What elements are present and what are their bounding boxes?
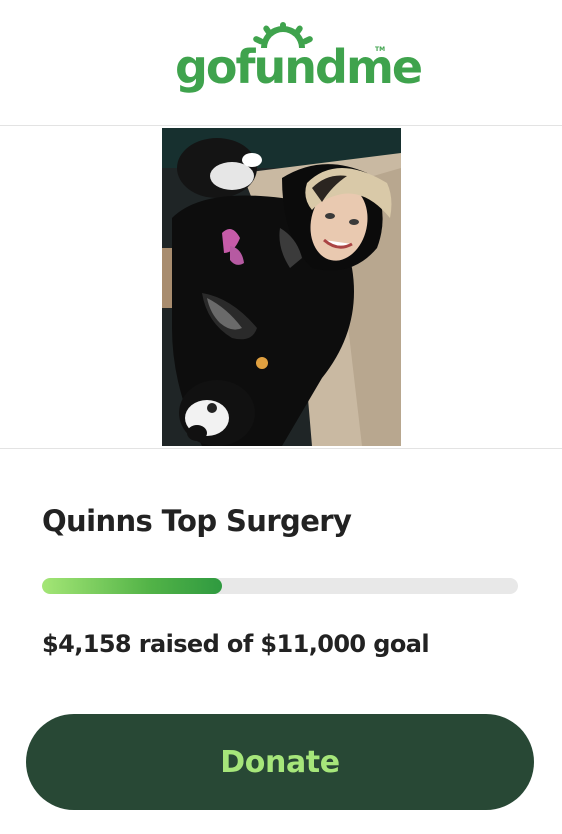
donate-button[interactable]: Donate [26,714,534,810]
trademark-mark: TM [375,46,386,53]
gofundme-logo[interactable]: gofundme TM [175,22,423,102]
campaign-photo-section [0,126,562,449]
campaign-title: Quinns Top Surgery [42,504,352,538]
amount-raised: $4,158 raised of $11,000 goal [42,630,430,658]
campaign-photo[interactable] [162,128,401,446]
site-header: gofundme TM [0,0,562,126]
campaign-photo-image [162,128,401,446]
progress-bar-fill [42,578,222,594]
progress-bar [42,578,518,594]
